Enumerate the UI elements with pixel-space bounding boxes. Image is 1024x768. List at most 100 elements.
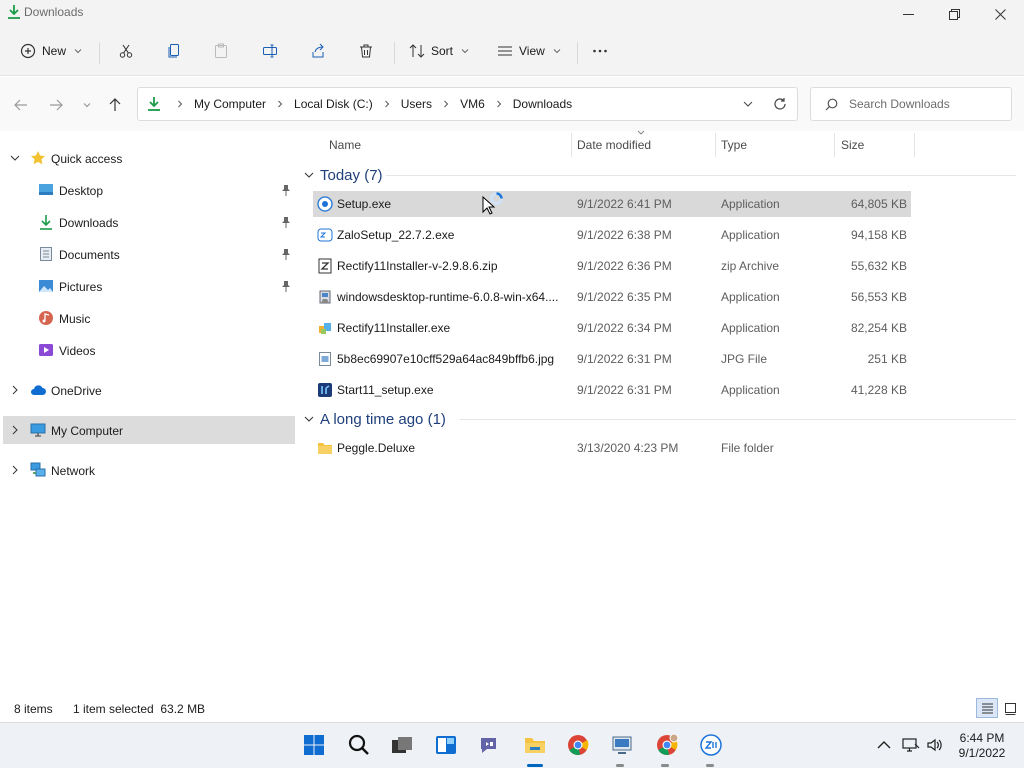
- file-row[interactable]: Start11_setup.exe 9/1/2022 6:31 PM Appli…: [313, 377, 911, 403]
- chevron-right-icon[interactable]: [10, 425, 20, 435]
- rename-button[interactable]: [262, 38, 278, 64]
- network-status-icon[interactable]: [902, 736, 920, 754]
- group-divider: [386, 175, 1016, 176]
- file-name: Peggle.Deluxe: [337, 441, 416, 455]
- forward-button[interactable]: [45, 94, 67, 116]
- back-button[interactable]: [10, 94, 32, 116]
- details-view-button[interactable]: [976, 698, 998, 718]
- column-header-name[interactable]: Name: [329, 131, 361, 159]
- file-size: 41,228 KB: [850, 383, 907, 397]
- volume-icon[interactable]: [926, 736, 944, 754]
- column-divider[interactable]: [914, 133, 915, 157]
- file-row[interactable]: Peggle.Deluxe 3/13/2020 4:23 PM File fol…: [313, 435, 911, 461]
- sidebar-label: Quick access: [51, 152, 123, 166]
- search-box[interactable]: [810, 87, 1012, 121]
- address-bar[interactable]: My Computer Local Disk (C:) Users VM6 Do…: [137, 87, 798, 121]
- breadcrumb-vm6[interactable]: VM6: [456, 97, 489, 111]
- sort-button[interactable]: Sort: [409, 38, 469, 64]
- chrome-profile-button[interactable]: [654, 732, 680, 758]
- paste-button[interactable]: [213, 38, 229, 64]
- group-label: A long time ago (1): [320, 410, 446, 428]
- refresh-icon[interactable]: [773, 97, 787, 111]
- start-button[interactable]: [301, 732, 327, 758]
- running-indicator: [616, 764, 624, 767]
- copy-button[interactable]: [166, 38, 182, 64]
- paste-icon: [215, 43, 227, 58]
- up-button[interactable]: [104, 94, 126, 116]
- maximize-button[interactable]: [931, 0, 977, 28]
- sidebar-item-pictures[interactable]: Pictures: [3, 272, 295, 300]
- chevron-right-icon: [384, 100, 389, 108]
- sidebar-item-videos[interactable]: Videos: [3, 336, 295, 364]
- column-divider[interactable]: [715, 133, 716, 157]
- pin-icon: [282, 217, 290, 228]
- zalo-button[interactable]: [698, 732, 724, 758]
- file-row[interactable]: 5b8ec69907e10cff529a64ac849bffb6.jpg 9/1…: [313, 346, 911, 372]
- new-button[interactable]: New: [20, 38, 82, 64]
- widgets-button[interactable]: [433, 732, 459, 758]
- zalo-icon: [700, 734, 722, 756]
- share-button[interactable]: [310, 38, 326, 64]
- chevron-down-icon[interactable]: [10, 153, 20, 163]
- tiles-view-button[interactable]: [999, 698, 1021, 718]
- chrome-button[interactable]: [565, 732, 591, 758]
- file-explorer-taskbar-button[interactable]: [522, 732, 548, 758]
- document-icon: [40, 247, 52, 261]
- column-header-size[interactable]: Size: [841, 131, 864, 159]
- share-icon: [312, 43, 324, 58]
- pictures-icon: [39, 280, 53, 292]
- sidebar-item-my-computer[interactable]: My Computer: [3, 416, 295, 444]
- file-row[interactable]: Rectify11Installer-v-2.9.8.6.zip 9/1/202…: [313, 253, 911, 279]
- file-row[interactable]: Rectify11Installer.exe 9/1/2022 6:34 PM …: [313, 315, 911, 341]
- navigation-pane: Quick access Desktop Downloads Documents…: [0, 131, 300, 691]
- column-header-date[interactable]: Date modified: [577, 131, 651, 159]
- breadcrumb-users[interactable]: Users: [397, 97, 436, 111]
- search-taskbar-button[interactable]: [346, 732, 372, 758]
- chevron-right-icon[interactable]: [10, 465, 20, 475]
- group-header-long-time-ago[interactable]: A long time ago (1): [304, 407, 446, 431]
- group-header-today[interactable]: Today (7): [304, 163, 383, 187]
- sidebar-item-documents[interactable]: Documents: [3, 240, 295, 268]
- cut-button[interactable]: [118, 38, 134, 64]
- clock[interactable]: 6:44 PM 9/1/2022: [950, 731, 1014, 761]
- sidebar-item-quick-access[interactable]: Quick access: [3, 144, 295, 172]
- breadcrumb-local-disk[interactable]: Local Disk (C:): [290, 97, 377, 111]
- file-row[interactable]: windowsdesktop-runtime-6.0.8-win-x64....…: [313, 284, 911, 310]
- chevron-up-icon[interactable]: [875, 736, 893, 754]
- task-view-button[interactable]: [389, 732, 415, 758]
- minimize-button[interactable]: [885, 0, 931, 28]
- delete-button[interactable]: [358, 38, 374, 64]
- search-input[interactable]: [849, 94, 1005, 114]
- file-date: 9/1/2022 6:36 PM: [577, 259, 672, 273]
- chevron-down-icon: [83, 103, 91, 108]
- file-name: Start11_setup.exe: [337, 383, 434, 397]
- search-icon: [825, 98, 838, 111]
- teams-chat-button[interactable]: [477, 732, 503, 758]
- column-header-type[interactable]: Type: [721, 131, 747, 159]
- file-row[interactable]: Setup.exe 9/1/2022 6:41 PM Application 6…: [313, 191, 911, 217]
- breadcrumb-my-computer[interactable]: My Computer: [190, 97, 270, 111]
- file-size: 82,254 KB: [850, 321, 907, 335]
- sidebar-item-desktop[interactable]: Desktop: [3, 176, 295, 204]
- chevron-right-icon[interactable]: [10, 385, 20, 395]
- divider: [394, 42, 395, 64]
- breadcrumb-downloads[interactable]: Downloads: [509, 97, 576, 111]
- close-button[interactable]: [977, 0, 1023, 28]
- sidebar-item-downloads[interactable]: Downloads: [3, 208, 295, 236]
- sidebar-item-onedrive[interactable]: OneDrive: [3, 376, 295, 404]
- column-divider[interactable]: [571, 133, 572, 157]
- running-indicator: [661, 764, 669, 767]
- music-icon: [39, 311, 53, 325]
- column-divider[interactable]: [834, 133, 835, 157]
- chevron-down-icon[interactable]: [743, 99, 753, 109]
- more-options-button[interactable]: [592, 38, 608, 64]
- file-row[interactable]: ZaloSetup_22.7.2.exe 9/1/2022 6:38 PM Ap…: [313, 222, 911, 248]
- chevron-right-icon: [444, 100, 449, 108]
- remote-desktop-button[interactable]: [609, 732, 635, 758]
- image-file-icon: [319, 352, 331, 366]
- recent-locations-button[interactable]: [76, 94, 98, 116]
- sidebar-item-music[interactable]: Music: [3, 304, 295, 332]
- view-button[interactable]: View: [497, 38, 561, 64]
- group-divider: [460, 419, 1016, 420]
- sidebar-item-network[interactable]: Network: [3, 456, 295, 484]
